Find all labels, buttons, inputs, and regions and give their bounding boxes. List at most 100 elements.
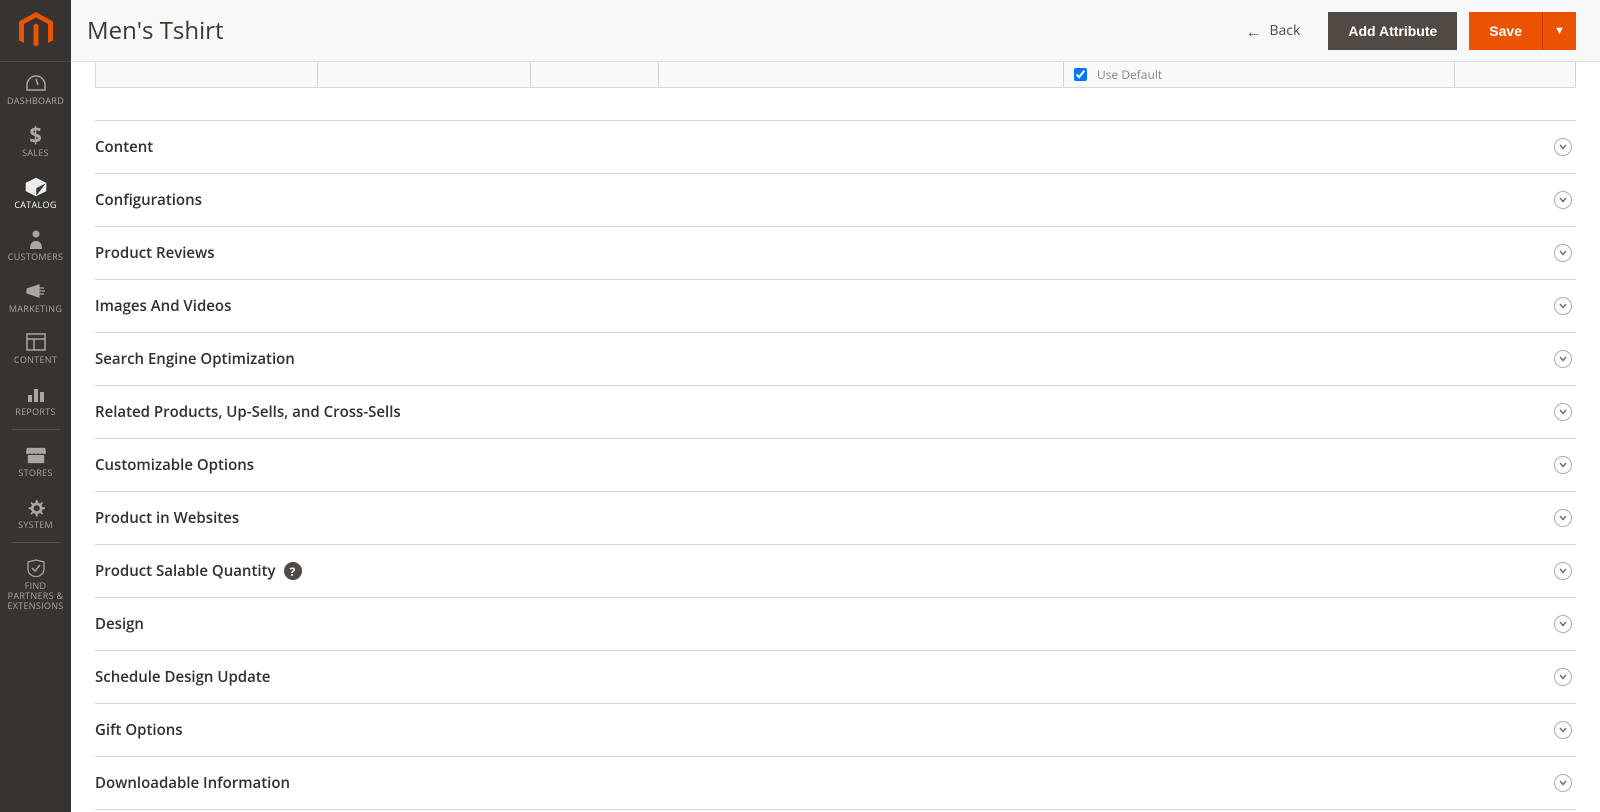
section-row[interactable]: Product Salable Quantity? (95, 544, 1576, 597)
chevron-down-icon[interactable] (1554, 721, 1572, 739)
partners-icon (25, 557, 47, 579)
section-row[interactable]: Content (95, 120, 1576, 173)
table-cell (96, 62, 318, 87)
section-title-text: Downloadable Information (95, 773, 290, 793)
dashboard-icon (25, 72, 47, 94)
section-row[interactable]: Product Reviews (95, 226, 1576, 279)
section-title: Images And Videos (95, 296, 231, 316)
section-title-text: Product in Websites (95, 508, 239, 528)
sidebar-label: MARKETING (9, 304, 62, 314)
save-dropdown-toggle[interactable]: ▼ (1542, 12, 1576, 50)
use-default-cell: Use Default (1064, 62, 1455, 87)
section-row[interactable]: Gift Options (95, 703, 1576, 756)
sidebar-divider (12, 542, 60, 543)
use-default-checkbox[interactable] (1074, 68, 1087, 81)
chevron-down-icon[interactable] (1554, 456, 1572, 474)
chevron-down-icon[interactable] (1554, 297, 1572, 315)
layout-icon (26, 331, 46, 353)
section-title: Related Products, Up-Sells, and Cross-Se… (95, 402, 401, 422)
section-title: Schedule Design Update (95, 667, 270, 687)
table-cell (318, 62, 531, 87)
back-label: Back (1269, 21, 1300, 40)
arrow-left-icon: ← (1245, 20, 1261, 42)
chevron-down-icon[interactable] (1554, 403, 1572, 421)
table-cell (531, 62, 659, 87)
section-title: Gift Options (95, 720, 183, 740)
chevron-down-icon[interactable] (1554, 350, 1572, 368)
chevron-down-icon[interactable] (1554, 191, 1572, 209)
sidebar-label: CONTENT (14, 355, 57, 365)
back-link[interactable]: ← Back (1245, 20, 1300, 42)
section-title-text: Images And Videos (95, 296, 231, 316)
section-row[interactable]: Schedule Design Update (95, 650, 1576, 703)
admin-sidebar: DASHBOARD $ SALES CATALOG CUSTOMERS MARK… (0, 0, 71, 812)
collapsible-sections: Content Configurations Product Reviews Imag… (83, 120, 1588, 810)
chevron-down-icon[interactable] (1554, 138, 1572, 156)
sidebar-item-partners[interactable]: FIND PARTNERS & EXTENSIONS (0, 547, 71, 619)
sidebar-item-dashboard[interactable]: DASHBOARD (0, 62, 71, 114)
chevron-down-icon[interactable] (1554, 668, 1572, 686)
section-title-text: Design (95, 614, 144, 634)
sidebar-label: CATALOG (14, 200, 56, 210)
sidebar-label: STORES (18, 468, 52, 478)
chevron-down-icon[interactable] (1554, 562, 1572, 580)
add-attribute-button[interactable]: Add Attribute (1328, 12, 1457, 50)
magento-logo[interactable] (0, 0, 71, 62)
section-row[interactable]: Configurations (95, 173, 1576, 226)
sidebar-label: SALES (22, 148, 49, 158)
table-row: Use Default (95, 62, 1576, 88)
chevron-down-icon[interactable] (1554, 774, 1572, 792)
section-title: Content (95, 137, 153, 157)
chevron-down-icon[interactable] (1554, 244, 1572, 262)
help-icon[interactable]: ? (284, 562, 302, 580)
sidebar-item-reports[interactable]: REPORTS (0, 373, 71, 425)
section-title: Product Reviews (95, 243, 215, 263)
section-row[interactable]: Customizable Options (95, 438, 1576, 491)
sidebar-label: DASHBOARD (7, 96, 64, 106)
table-fragment: Use Default (95, 62, 1576, 88)
section-title-text: Customizable Options (95, 455, 254, 475)
gear-icon (26, 496, 46, 518)
sidebar-item-catalog[interactable]: CATALOG (0, 166, 71, 218)
chevron-down-icon[interactable] (1554, 615, 1572, 633)
sidebar-item-marketing[interactable]: MARKETING (0, 270, 71, 322)
section-title-text: Product Salable Quantity (95, 561, 276, 581)
use-default-label: Use Default (1097, 66, 1162, 83)
sidebar-item-system[interactable]: SYSTEM (0, 486, 71, 538)
sidebar-item-stores[interactable]: STORES (0, 434, 71, 486)
main-content: Men's Tshirt ← Back Add Attribute Save ▼ (71, 0, 1600, 812)
section-row[interactable]: Related Products, Up-Sells, and Cross-Se… (95, 385, 1576, 438)
sidebar-item-content[interactable]: CONTENT (0, 321, 71, 373)
section-title: Downloadable Information (95, 773, 290, 793)
content-area: Use Default Content Configurations Product… (71, 62, 1600, 812)
sidebar-label: FIND PARTNERS & EXTENSIONS (2, 581, 69, 611)
section-row[interactable]: Product in Websites (95, 491, 1576, 544)
section-row[interactable]: Images And Videos (95, 279, 1576, 332)
chevron-down-icon[interactable] (1554, 509, 1572, 527)
sidebar-label: SYSTEM (18, 520, 53, 530)
section-title-text: Product Reviews (95, 243, 215, 263)
section-title-text: Content (95, 137, 153, 157)
page-header: Men's Tshirt ← Back Add Attribute Save ▼ (71, 0, 1600, 62)
section-title: Design (95, 614, 144, 634)
sidebar-divider (12, 429, 60, 430)
section-title-text: Schedule Design Update (95, 667, 270, 687)
section-row[interactable]: Search Engine Optimization (95, 332, 1576, 385)
section-title-text: Gift Options (95, 720, 183, 740)
section-title-text: Search Engine Optimization (95, 349, 295, 369)
section-row[interactable]: Downloadable Information (95, 756, 1576, 810)
header-actions: ← Back Add Attribute Save ▼ (1245, 12, 1576, 50)
section-title: Product in Websites (95, 508, 239, 528)
dollar-icon: $ (29, 124, 42, 146)
sidebar-label: REPORTS (15, 407, 56, 417)
section-row[interactable]: Design (95, 597, 1576, 650)
save-button[interactable]: Save (1469, 12, 1542, 50)
save-button-group: Save ▼ (1469, 12, 1576, 50)
section-title: Customizable Options (95, 455, 254, 475)
table-cell (1455, 62, 1575, 87)
box-icon (25, 176, 47, 198)
caret-down-icon: ▼ (1554, 23, 1565, 38)
section-title: Search Engine Optimization (95, 349, 295, 369)
sidebar-item-sales[interactable]: $ SALES (0, 114, 71, 166)
sidebar-item-customers[interactable]: CUSTOMERS (0, 218, 71, 270)
